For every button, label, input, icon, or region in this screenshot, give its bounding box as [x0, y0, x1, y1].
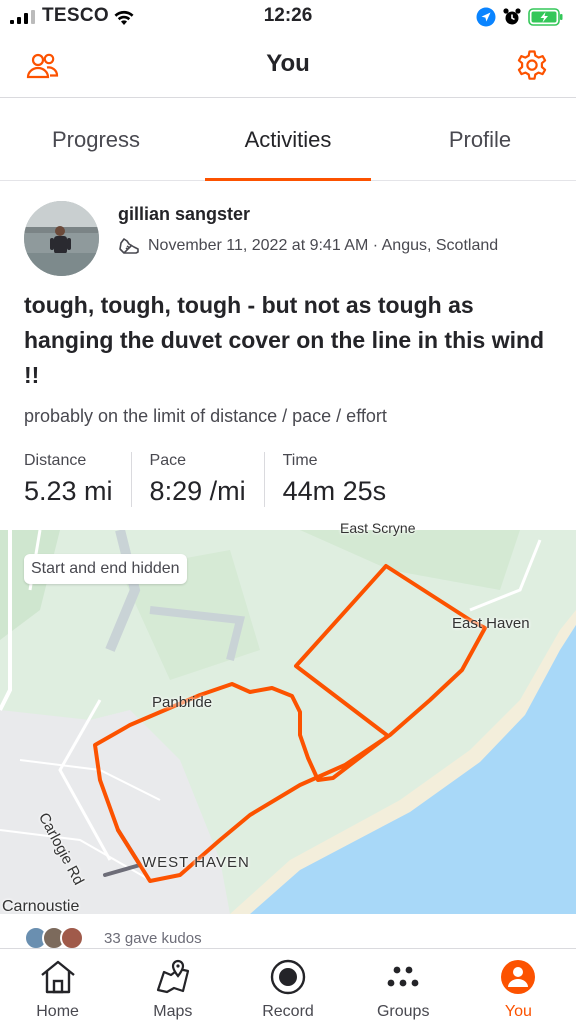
home-icon: [40, 960, 75, 994]
nav-home[interactable]: Home: [0, 949, 115, 1024]
stat-time: Time 44m 25s: [283, 452, 405, 507]
groups-icon: [387, 966, 419, 987]
tab-activities[interactable]: Activities: [192, 99, 384, 181]
battery-icon: [528, 8, 563, 26]
stat-pace: Pace 8:29 /mi: [150, 452, 265, 507]
map-canvas: [0, 530, 576, 914]
map-label-east-scryne: East Scryne: [340, 520, 416, 536]
nav-label: Maps: [153, 1003, 193, 1020]
nav-label: Record: [262, 1003, 314, 1020]
map-label-west-haven: WEST HAVEN: [142, 854, 250, 871]
location-arrow-icon: [476, 7, 496, 27]
nav-label: You: [504, 1003, 532, 1020]
route-map[interactable]: [0, 530, 576, 914]
kudos-count: 33 gave kudos: [104, 929, 202, 947]
status-bar: TESCO 12:26: [0, 0, 576, 34]
kudos-row[interactable]: 33 gave kudos: [24, 926, 202, 950]
page-title: You: [266, 50, 310, 77]
nav-label: Home: [36, 1003, 79, 1020]
profile-tabs: Progress Activities Profile: [0, 99, 576, 181]
stat-value: 5.23 mi: [24, 476, 113, 506]
kudos-avatar: [60, 926, 84, 950]
activity-stats: Distance 5.23 mi Pace 8:29 /mi Time 44m …: [24, 452, 422, 507]
maps-icon: [156, 959, 189, 994]
privacy-zone-pill: Start and end hidden: [24, 554, 187, 584]
map-label-carnoustie: Carnoustie: [2, 898, 80, 915]
app-header: You: [0, 34, 576, 98]
stat-value: 8:29 /mi: [149, 476, 246, 506]
activity-meta: November 11, 2022 at 9:41 AM · Angus, Sc…: [118, 235, 498, 257]
stat-label: Distance: [24, 452, 87, 469]
run-shoe-icon: [119, 238, 139, 254]
stat-label: Pace: [149, 452, 187, 469]
activity-date-location: November 11, 2022 at 9:41 AM · Angus, Sc…: [148, 237, 499, 254]
nav-label: Groups: [376, 1003, 430, 1020]
map-label-east-haven: East Haven: [452, 615, 530, 632]
athlete-name[interactable]: gillian sangster: [118, 204, 250, 225]
bottom-nav: Home Maps Record Groups You: [0, 948, 576, 1024]
nav-you[interactable]: You: [461, 949, 576, 1024]
stat-value: 44m 25s: [282, 476, 387, 506]
nav-record[interactable]: Record: [230, 949, 345, 1024]
stat-distance: Distance 5.23 mi: [24, 452, 132, 507]
record-icon: [270, 959, 306, 995]
you-icon: [501, 960, 536, 994]
nav-maps[interactable]: Maps: [115, 949, 230, 1024]
tab-profile[interactable]: Profile: [384, 99, 576, 180]
map-label-panbride: Panbride: [152, 694, 213, 711]
alarm-icon: [503, 8, 521, 25]
activity-title[interactable]: tough, tough, tough - but not as tough a…: [24, 288, 554, 393]
athlete-avatar[interactable]: [24, 201, 99, 276]
nav-groups[interactable]: Groups: [346, 949, 461, 1024]
settings-gear-icon[interactable]: [514, 48, 550, 84]
stat-label: Time: [282, 452, 318, 469]
activity-description: probably on the limit of distance / pace…: [24, 406, 387, 426]
tab-progress[interactable]: Progress: [0, 99, 192, 180]
